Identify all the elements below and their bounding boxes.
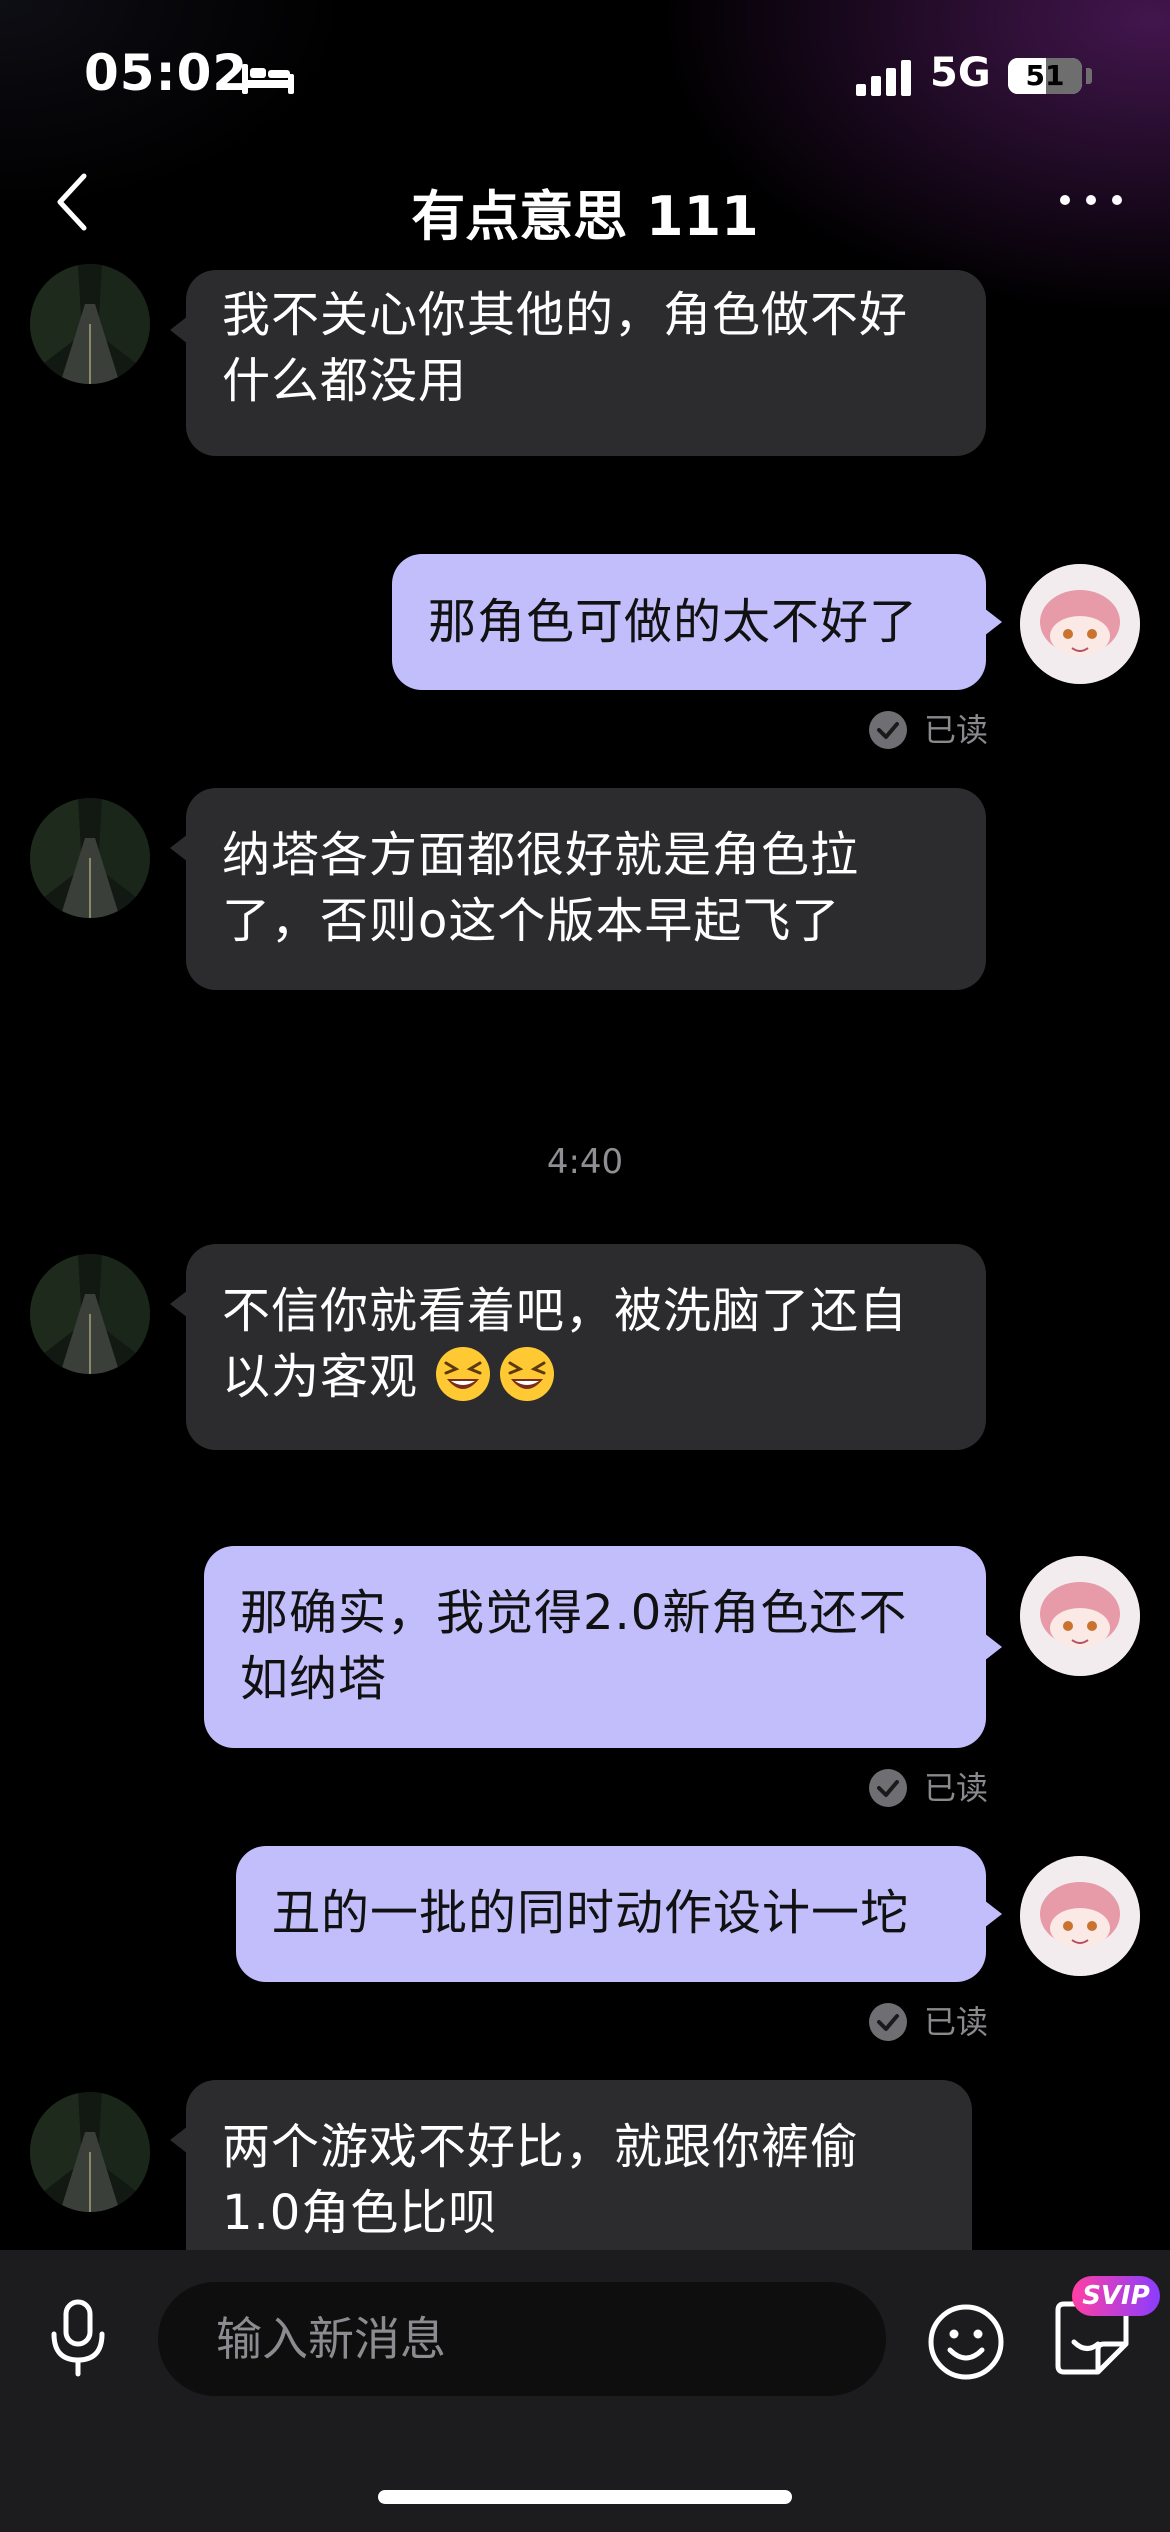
status-bar: 05:02 5G 51 xyxy=(0,0,1170,150)
forest-road-image xyxy=(30,2092,150,2212)
message-bubble-outgoing[interactable]: 那角色可做的太不好了 xyxy=(392,554,1002,690)
message-bubble-outgoing[interactable]: 丑的一批的同时动作设计一坨 xyxy=(236,1846,1002,1982)
forest-road-image xyxy=(30,798,150,918)
message-text: 纳塔各方面都很好就是角色拉了，否则o这个版本早起飞了 xyxy=(222,827,860,949)
contact-avatar[interactable] xyxy=(30,1254,150,1374)
message-bubble-incoming[interactable]: 纳塔各方面都很好就是角色拉了，否则o这个版本早起飞了 xyxy=(170,788,986,990)
anime-character-image xyxy=(1020,1556,1140,1676)
contact-avatar[interactable] xyxy=(30,264,150,384)
chat-title: 有点意思 111 xyxy=(411,185,759,248)
my-avatar[interactable] xyxy=(1020,564,1140,684)
read-status-text: 已读 xyxy=(924,711,989,749)
bed-icon xyxy=(242,64,294,94)
grinning-squint-emoji xyxy=(436,1347,491,1401)
message-text: 那确实，我觉得2.0新角色还不如纳塔 xyxy=(240,1585,908,1707)
microphone-icon[interactable] xyxy=(42,2298,114,2378)
message-input[interactable] xyxy=(158,2282,886,2396)
battery-indicator: 51 xyxy=(1008,58,1082,94)
battery-level: 51 xyxy=(1025,59,1065,92)
read-receipt: 已读 xyxy=(868,1766,988,1810)
anime-character-image xyxy=(1020,564,1140,684)
home-indicator[interactable] xyxy=(378,2490,792,2504)
read-status-text: 已读 xyxy=(924,1769,989,1807)
read-receipt: 已读 xyxy=(868,708,988,752)
status-time: 05:02 xyxy=(84,44,249,102)
my-avatar[interactable] xyxy=(1020,1556,1140,1676)
smiley-icon[interactable] xyxy=(926,2302,1006,2382)
message-text: 不信你就看着吧，被洗脑了还自以为客观 xyxy=(222,1283,909,1405)
battery-cap xyxy=(1086,68,1092,84)
check-circle-icon xyxy=(869,2003,907,2041)
signal-icon xyxy=(856,60,911,96)
time-divider: 4:40 xyxy=(546,1142,624,1182)
message-text: 两个游戏不好比，就跟你裤偷1.0角色比呗 xyxy=(222,2119,860,2241)
network-label: 5G xyxy=(930,50,991,96)
message-bubble-incoming[interactable]: 不信你就看着吧，被洗脑了还自以为客观 xyxy=(170,1244,986,1450)
forest-road-image xyxy=(30,1254,150,1374)
message-bubble-outgoing[interactable]: 那确实，我觉得2.0新角色还不如纳塔 xyxy=(204,1546,1002,1748)
my-avatar[interactable] xyxy=(1020,1856,1140,1976)
check-circle-icon xyxy=(869,1769,907,1807)
svip-badge: SVIP xyxy=(1072,2276,1160,2316)
message-text: 我不关心你其他的，角色做不好什么都没用 xyxy=(222,287,909,409)
contact-avatar[interactable] xyxy=(30,798,150,918)
read-status-text: 已读 xyxy=(924,2003,989,2041)
message-text: 那角色可做的太不好了 xyxy=(428,594,919,650)
anime-character-image xyxy=(1020,1856,1140,1976)
forest-road-image xyxy=(30,264,150,384)
grinning-squint-emoji xyxy=(500,1347,555,1401)
message-text: 丑的一批的同时动作设计一坨 xyxy=(272,1885,910,1941)
check-circle-icon xyxy=(869,711,907,749)
contact-avatar[interactable] xyxy=(30,2092,150,2212)
read-receipt: 已读 xyxy=(868,2000,988,2044)
more-dots-icon[interactable] xyxy=(1055,180,1127,220)
message-bubble-incoming[interactable]: 我不关心你其他的，角色做不好什么都没用 xyxy=(170,270,986,456)
